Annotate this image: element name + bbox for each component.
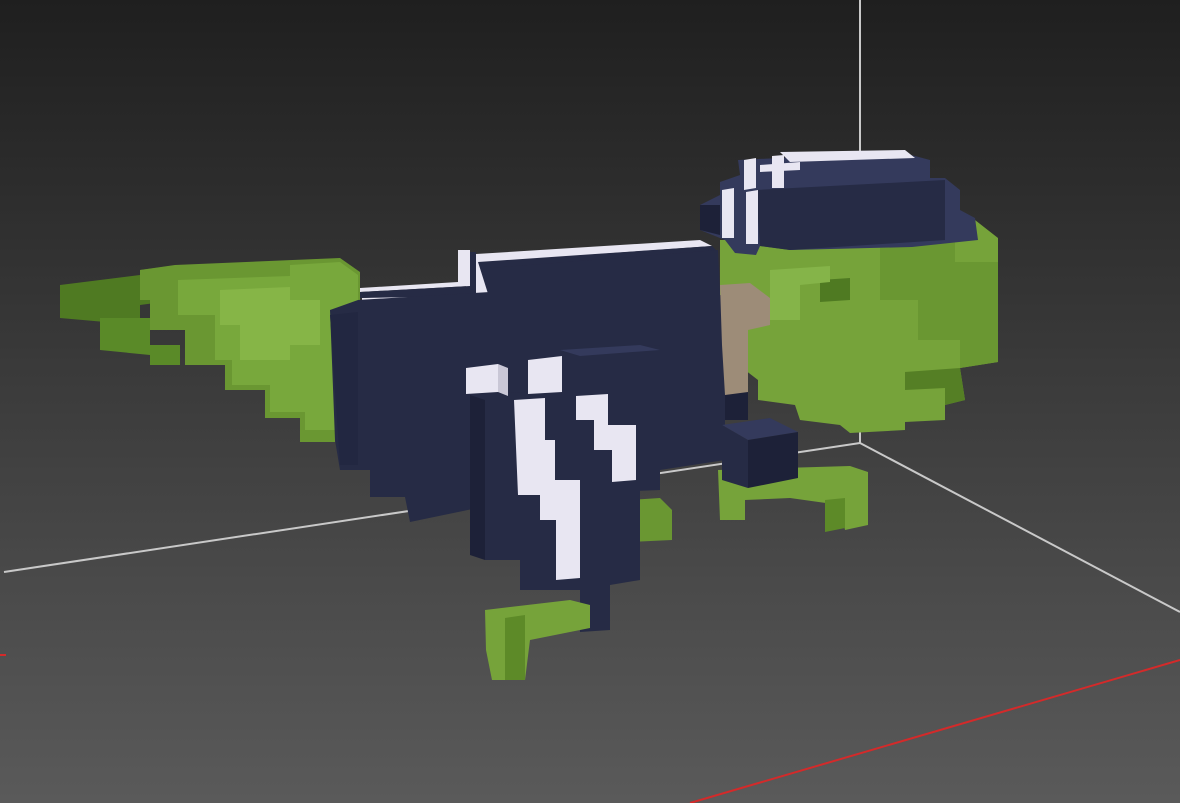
leg-joint — [722, 418, 798, 488]
3d-viewport[interactable] — [0, 0, 1180, 803]
viewport-canvas[interactable] — [0, 0, 1180, 803]
